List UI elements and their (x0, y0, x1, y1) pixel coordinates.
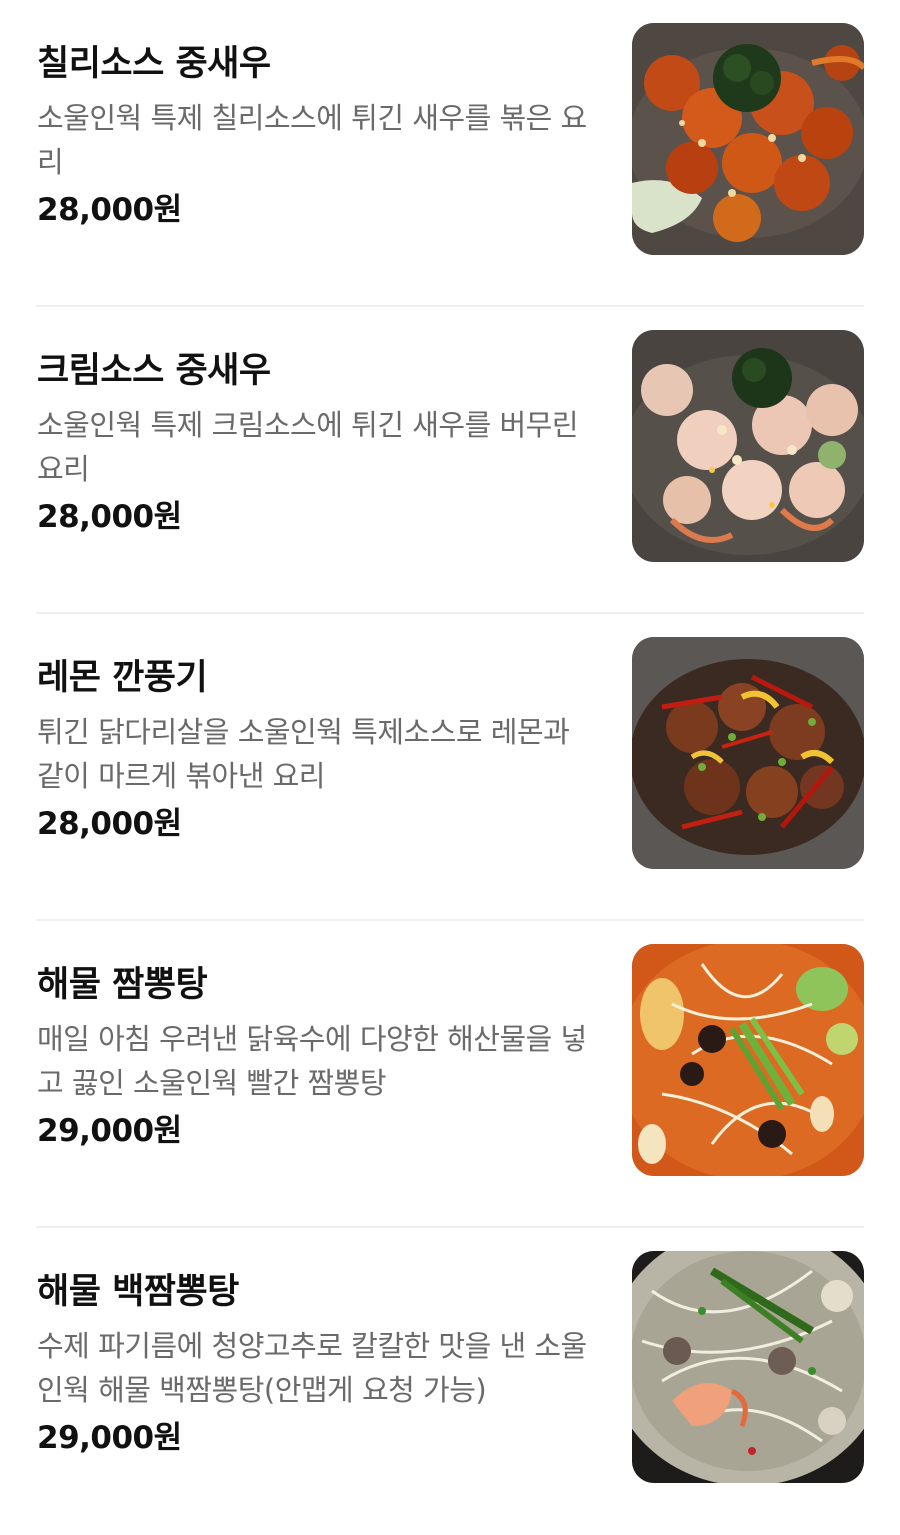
menu-item-description: 튀긴 닭다리살을 소울인웍 특제소스로 레몬과 같이 마르게 볶아낸 요리 (37, 715, 570, 793)
menu-item-chili-shrimp[interactable]: 칠리소스 중새우 소울인웍 특제 칠리소스에 튀긴 새우를 볶은 요리 28,0… (0, 0, 900, 307)
chili-shrimp-photo[interactable] (632, 23, 864, 255)
menu-item-text: 크림소스 중새우 소울인웍 특제 크림소스에 튀긴 새우를 버무린 요리 28,… (37, 347, 597, 539)
menu-item-description: 수제 파기름에 청양고추로 칼칼한 맛을 낸 소울인웍 해물 백짬뽕탕(안맵게 … (37, 1329, 587, 1407)
menu-item-name: 레몬 깐풍기 (37, 658, 208, 698)
menu-item-text: 레몬 깐풍기 튀긴 닭다리살을 소울인웍 특제소스로 레몬과 같이 마르게 볶아… (37, 654, 597, 846)
white-jjamppong-photo[interactable] (632, 1251, 864, 1483)
menu-item-description: 소울인웍 특제 크림소스에 튀긴 새우를 버무린 요리 (37, 408, 579, 486)
menu-item-text: 칠리소스 중새우 소울인웍 특제 칠리소스에 튀긴 새우를 볶은 요리 28,0… (37, 40, 597, 232)
menu-item-name: 크림소스 중새우 (37, 351, 271, 391)
menu-item-white-jjamppong[interactable]: 해물 백짬뽕탕 수제 파기름에 청양고추로 칼칼한 맛을 낸 소울인웍 해물 백… (0, 1228, 900, 1535)
menu-item-seafood-jjamppong[interactable]: 해물 짬뽕탕 매일 아침 우려낸 닭육수에 다양한 해산물을 넣고 끓인 소울인… (0, 921, 900, 1228)
menu-item-name: 칠리소스 중새우 (37, 44, 271, 84)
menu-item-price: 29,000원 (37, 1420, 182, 1456)
menu-item-price: 29,000원 (37, 1113, 182, 1149)
menu-item-name: 해물 짬뽕탕 (37, 965, 208, 1005)
menu-item-text: 해물 백짬뽕탕 수제 파기름에 청양고추로 칼칼한 맛을 낸 소울인웍 해물 백… (37, 1268, 597, 1460)
cream-shrimp-image (632, 330, 864, 562)
cream-shrimp-photo[interactable] (632, 330, 864, 562)
seafood-jjamppong-image (632, 944, 864, 1176)
menu-item-description: 소울인웍 특제 칠리소스에 튀긴 새우를 볶은 요리 (37, 101, 587, 179)
chili-shrimp-image (632, 23, 864, 255)
menu-item-text: 해물 짬뽕탕 매일 아침 우려낸 닭육수에 다양한 해산물을 넣고 끓인 소울인… (37, 961, 597, 1153)
white-jjamppong-image (632, 1251, 864, 1483)
menu-item-description: 매일 아침 우려낸 닭육수에 다양한 해산물을 넣고 끓인 소울인웍 빨간 짬뽕… (37, 1022, 587, 1100)
menu-item-lemon-kkanpunggi[interactable]: 레몬 깐풍기 튀긴 닭다리살을 소울인웍 특제소스로 레몬과 같이 마르게 볶아… (0, 614, 900, 921)
menu-item-cream-shrimp[interactable]: 크림소스 중새우 소울인웍 특제 크림소스에 튀긴 새우를 버무린 요리 28,… (0, 307, 900, 614)
seafood-jjamppong-photo[interactable] (632, 944, 864, 1176)
menu-list: 칠리소스 중새우 소울인웍 특제 칠리소스에 튀긴 새우를 볶은 요리 28,0… (0, 0, 900, 1535)
menu-item-price: 28,000원 (37, 499, 182, 535)
menu-item-price: 28,000원 (37, 806, 182, 842)
menu-item-name: 해물 백짬뽕탕 (37, 1272, 239, 1312)
menu-item-price: 28,000원 (37, 192, 182, 228)
lemon-kkanpunggi-image (632, 637, 864, 869)
lemon-kkanpunggi-photo[interactable] (632, 637, 864, 869)
